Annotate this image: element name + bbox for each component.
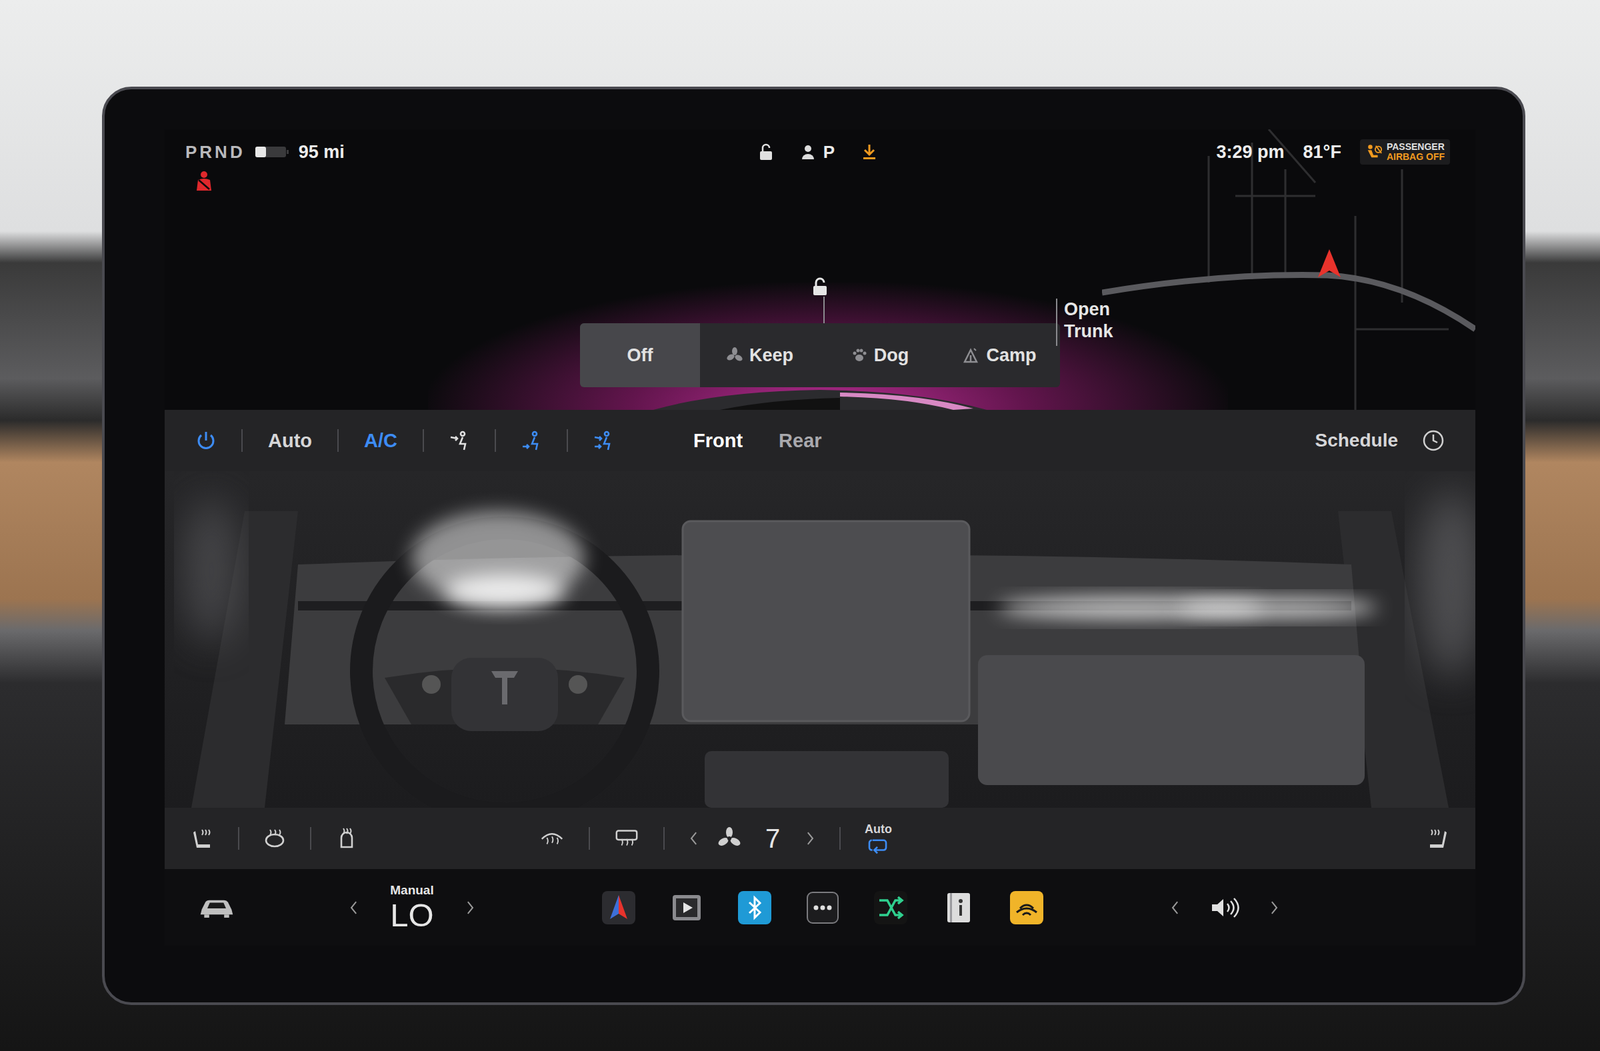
download-icon[interactable] [861,142,878,162]
divider [241,429,243,452]
tent-icon [963,347,980,364]
status-bar: PRND 95 mi P 3:29 pm 81°F PASSENGER AIRB… [164,129,1476,171]
airflow-mode-icon[interactable] [592,429,615,452]
climate-panel: Auto A/C Front Rear Schedule 7 Auto [164,410,1476,870]
more-apps-icon[interactable] [806,891,840,925]
touchscreen: PRND 95 mi P 3:29 pm 81°F PASSENGER AIRB… [102,86,1526,1006]
fan-icon [726,347,743,364]
seat-heater-left-icon[interactable] [191,827,214,850]
fan-up-button[interactable] [804,830,816,848]
mode-selector: Off Keep Dog Camp [580,323,1060,388]
wiper-heater-icon[interactable] [335,827,358,850]
cabin-airflow-illustration [164,471,1476,808]
divider [663,827,665,850]
divider [337,429,339,452]
dock: Manual LO [164,869,1476,946]
app-launcher [602,891,1044,925]
shuffle-app-icon[interactable] [874,891,908,925]
navigation-app-icon[interactable] [602,891,636,925]
zone-tab[interactable]: Front [692,427,744,455]
speaker-icon[interactable] [1210,896,1240,920]
temp-down-button[interactable] [348,899,360,917]
volume-up-button[interactable] [1268,899,1280,917]
zone-tab[interactable]: Rear [777,427,824,455]
outside-temperature: 81°F [1303,142,1342,163]
audiobook-app-icon[interactable] [1010,891,1044,925]
temp-up-button[interactable] [464,899,476,917]
rear-defrost-icon[interactable] [614,827,640,850]
cabin-temperature: Manual LO [348,884,476,932]
climate-toggle[interactable]: A/C [362,427,399,455]
mode-option[interactable]: Dog [820,323,940,388]
divider [839,827,841,850]
airflow-mode-icon[interactable] [520,429,543,452]
clock-icon [1422,429,1445,452]
divider [494,429,496,452]
display: PRND 95 mi P 3:29 pm 81°F PASSENGER AIRB… [164,129,1476,946]
open-trunk-button[interactable]: Open Trunk [1056,298,1114,346]
battery-icon [254,145,290,159]
mode-option[interactable]: Camp [940,323,1060,388]
mode-option[interactable]: Keep [700,323,820,388]
photo-backdrop: PRND 95 mi P 3:29 pm 81°F PASSENGER AIRB… [0,0,1600,1051]
recirculation-icon [866,838,890,856]
door-lock-icon[interactable] [810,276,830,297]
manual-app-icon[interactable] [942,891,976,925]
airbag-badge: PASSENGER AIRBAG OFF [1360,139,1450,164]
fan-icon [718,827,741,850]
divider [422,429,424,452]
front-defrost-icon[interactable] [539,827,565,850]
driver-profile[interactable]: P [800,142,835,163]
position-arrow-icon [1318,249,1341,278]
bluetooth-app-icon[interactable] [738,891,772,925]
media-app-icon[interactable] [670,891,704,925]
airbag-icon [1365,143,1383,161]
mode-option[interactable]: Off [580,323,700,388]
person-icon [800,144,816,160]
seatbelt-warning-icon [194,170,214,192]
paw-icon [851,347,868,364]
car-icon[interactable] [198,897,236,919]
recirculation-button[interactable]: Auto [864,822,892,856]
unlocked-icon[interactable] [758,142,774,162]
divider [588,827,590,850]
car-view: PRND 95 mi P 3:29 pm 81°F PASSENGER AIRB… [164,129,1476,410]
volume-control [1170,896,1280,920]
seat-heater-right-icon[interactable] [1426,827,1449,850]
climate-toggle[interactable]: Auto [266,427,314,455]
divider [566,429,568,452]
fan-down-button[interactable] [688,830,700,848]
power-icon[interactable] [194,429,218,452]
fan-speed: 7 [688,824,816,854]
callout-line [823,296,825,324]
divider [238,827,240,850]
schedule-button[interactable]: Schedule [1311,428,1449,453]
steering-heater-icon[interactable] [263,827,286,850]
gear-selector: PRND [185,142,246,163]
range: 95 mi [298,142,345,163]
volume-down-button[interactable] [1170,899,1181,917]
clock: 3:29 pm [1216,142,1285,163]
car-roof-icon [640,387,1000,410]
divider [310,827,312,850]
airflow-mode-icon[interactable] [448,429,471,452]
